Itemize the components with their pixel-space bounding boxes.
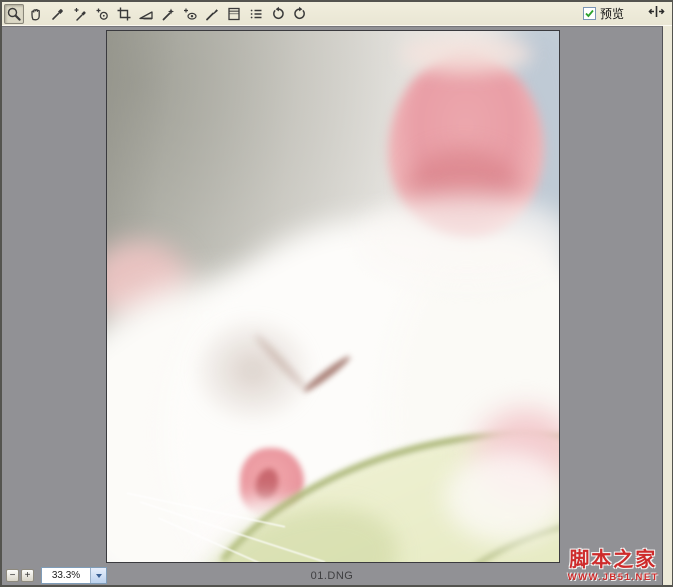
- preferences-button[interactable]: [246, 4, 266, 24]
- watermark-title: 脚本之家: [568, 550, 659, 571]
- photo-preview[interactable]: [106, 30, 560, 563]
- white-balance-tool-button[interactable]: [48, 4, 68, 24]
- color-sampler-tool-button[interactable]: [70, 4, 90, 24]
- level-triangle-icon: [138, 6, 154, 22]
- fullscreen-toggle-button[interactable]: [646, 4, 666, 24]
- targeted-adjustment-tool-button[interactable]: [92, 4, 112, 24]
- fullscreen-arrows-icon: [648, 3, 665, 25]
- camera-raw-dialog: 预览: [0, 0, 673, 587]
- toolbar: 预览: [2, 2, 672, 26]
- red-eye-removal-tool-button[interactable]: [180, 4, 200, 24]
- eyedropper-plus-icon: [72, 6, 88, 22]
- rotate-right-button[interactable]: [290, 4, 310, 24]
- magnifier-icon: [6, 6, 22, 22]
- preview-label: 预览: [600, 5, 624, 22]
- gradient-rect-icon: [226, 6, 242, 22]
- image-canvas[interactable]: − + 33.3% 01.DNG 脚本之家 WWW.JB51.NET: [2, 26, 663, 587]
- hand-tool-button[interactable]: [26, 4, 46, 24]
- kitten-head-shading: [165, 293, 340, 448]
- toolbar-right: 预览: [583, 4, 666, 24]
- kitten-paw-fur: [445, 451, 560, 543]
- rotate-cw-icon: [292, 6, 308, 22]
- watermark: 脚本之家 WWW.JB51.NET: [568, 550, 659, 583]
- check-icon: [584, 8, 595, 19]
- brush-icon: [204, 6, 220, 22]
- filename-label: 01.DNG: [2, 570, 662, 582]
- preview-toggle[interactable]: 预览: [583, 5, 624, 22]
- straighten-tool-button[interactable]: [136, 4, 156, 24]
- tool-group: [4, 4, 312, 24]
- eye-plus-icon: [182, 6, 198, 22]
- hand-icon: [28, 6, 44, 22]
- status-bar: − + 33.3% 01.DNG: [2, 565, 662, 587]
- rotate-ccw-icon: [270, 6, 286, 22]
- kitten-ear-fringe: [400, 35, 532, 73]
- heal-sparkle-icon: [160, 6, 176, 22]
- spot-removal-tool-button[interactable]: [158, 4, 178, 24]
- adjustment-brush-tool-button[interactable]: [202, 4, 222, 24]
- kitten-ear-base-fur: [360, 194, 560, 286]
- preview-checkbox[interactable]: [583, 7, 596, 20]
- zoom-tool-button[interactable]: [4, 4, 24, 24]
- rotate-left-button[interactable]: [268, 4, 288, 24]
- crop-tool-button[interactable]: [114, 4, 134, 24]
- target-circle-icon: [94, 6, 110, 22]
- list-icon: [248, 6, 264, 22]
- crop-icon: [116, 6, 132, 22]
- eyedropper-icon: [50, 6, 66, 22]
- graduated-filter-tool-button[interactable]: [224, 4, 244, 24]
- watermark-url: WWW.JB51.NET: [568, 573, 659, 583]
